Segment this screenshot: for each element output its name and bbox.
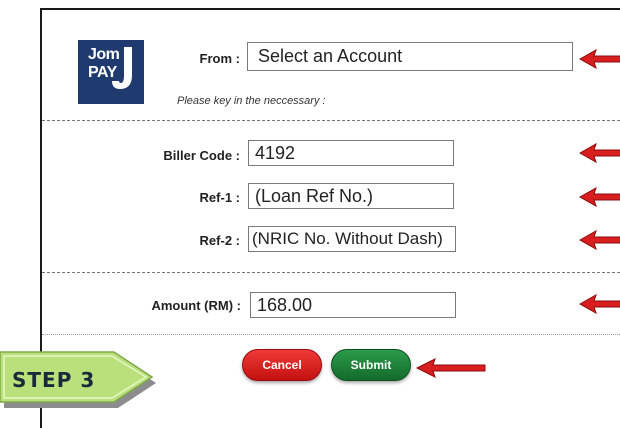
separator — [42, 272, 620, 273]
logo-j-icon — [112, 47, 132, 89]
amount-label: Amount (RM) : — [151, 298, 241, 313]
amount-field[interactable]: 168.00 — [250, 292, 456, 318]
red-arrow-icon — [578, 48, 620, 70]
separator — [42, 334, 620, 335]
cancel-button[interactable]: Cancel — [242, 349, 322, 381]
submit-button[interactable]: Submit — [331, 349, 411, 381]
red-arrow-icon — [415, 358, 486, 378]
ref2-field[interactable]: (NRIC No. Without Dash) — [248, 226, 456, 252]
ref2-label: Ref-2 : — [199, 233, 240, 248]
jompay-logo: Jom PAY — [78, 40, 144, 104]
from-account-select[interactable]: Select an Account — [247, 42, 573, 71]
red-arrow-icon — [578, 293, 620, 315]
ref1-field[interactable]: (Loan Ref No.) — [248, 183, 454, 209]
red-arrow-icon — [578, 142, 620, 164]
from-label: From : — [199, 51, 240, 66]
biller-code-label: Biller Code : — [163, 148, 240, 163]
biller-code-field[interactable]: 4192 — [248, 140, 454, 166]
separator — [42, 120, 620, 121]
instruction-hint: Please key in the neccessary : — [177, 95, 326, 107]
red-arrow-icon — [578, 186, 620, 208]
ref1-label: Ref-1 : — [199, 190, 240, 205]
step-label: STEP 3 — [12, 368, 96, 392]
red-arrow-icon — [578, 229, 620, 251]
